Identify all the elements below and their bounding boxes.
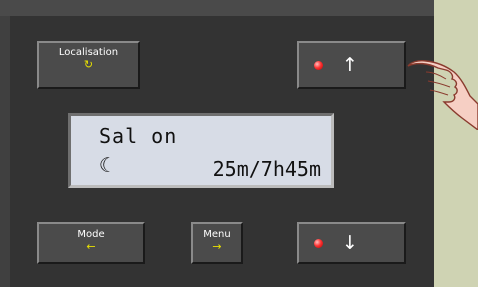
- localisation-label: Localisation: [58, 47, 119, 58]
- moon-icon: ☾: [99, 153, 112, 177]
- lcd-line-time: 25m/7h45m: [212, 157, 321, 181]
- led-indicator-up: [314, 61, 323, 70]
- arrow-down-icon: ↓: [342, 232, 358, 254]
- arrow-left-icon: ←: [86, 240, 96, 253]
- arrow-up-icon: ↑: [342, 54, 358, 76]
- lcd-line-room: Sal on: [99, 124, 178, 148]
- device-side-edge: [0, 16, 10, 287]
- up-button[interactable]: ↑: [297, 41, 406, 89]
- menu-button[interactable]: Menu →: [191, 222, 243, 264]
- led-indicator-down: [314, 239, 323, 248]
- down-button[interactable]: ↓: [297, 222, 406, 264]
- mode-label: Mode: [77, 229, 105, 240]
- refresh-icon: ↻: [83, 58, 94, 71]
- lcd-display: Sal on ☾ 25m/7h45m: [68, 113, 334, 188]
- arrow-right-icon: →: [212, 240, 222, 253]
- control-panel-device: Localisation ↻ ↑ Sal on ☾ 25m/7h45m Mode…: [0, 0, 434, 287]
- device-top-edge: [0, 0, 434, 16]
- mode-button[interactable]: Mode ←: [37, 222, 145, 264]
- pointing-hand-icon: [407, 60, 478, 130]
- localisation-button[interactable]: Localisation ↻: [37, 41, 140, 89]
- menu-label: Menu: [203, 229, 231, 240]
